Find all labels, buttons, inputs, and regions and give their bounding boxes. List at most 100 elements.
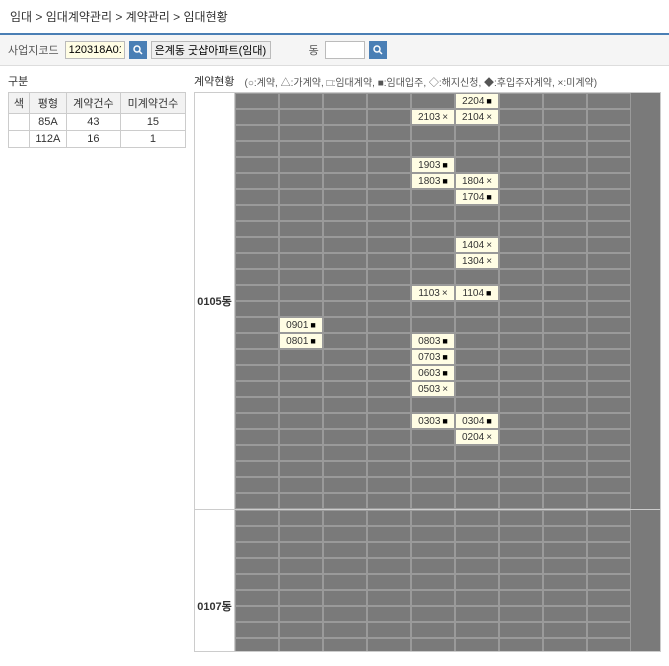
unit-cell[interactable]: 1104■ [455, 285, 499, 301]
table-row[interactable]: 112A161 [9, 131, 186, 148]
empty-cell [367, 205, 411, 221]
dong-input[interactable] [325, 41, 365, 59]
empty-cell [411, 493, 455, 509]
empty-cell [235, 253, 279, 269]
dong-label: 0105동 [195, 93, 235, 509]
empty-cell [367, 493, 411, 509]
empty-cell [279, 93, 323, 109]
empty-cell [499, 349, 543, 365]
empty-cell [587, 109, 631, 125]
empty-cell [455, 301, 499, 317]
empty-cell [323, 622, 367, 638]
unit-cell[interactable]: 0901■ [279, 317, 323, 333]
empty-cell [587, 542, 631, 558]
unit-cell[interactable]: 1804× [455, 173, 499, 189]
empty-cell [235, 510, 279, 526]
empty-cell [587, 493, 631, 509]
unit-cell[interactable]: 1803■ [411, 173, 455, 189]
empty-cell [367, 381, 411, 397]
legend: (○:계약, △:가계약, □:임대계약, ■:임대입주, ◇:해지신청, ◆:… [244, 71, 597, 92]
empty-cell [235, 237, 279, 253]
unit-cell[interactable]: 1404× [455, 237, 499, 253]
empty-cell [235, 285, 279, 301]
empty-cell [279, 477, 323, 493]
empty-cell [587, 477, 631, 493]
empty-cell [411, 477, 455, 493]
empty-cell [587, 189, 631, 205]
empty-cell [499, 590, 543, 606]
empty-cell [455, 445, 499, 461]
empty-cell [455, 461, 499, 477]
unit-cell[interactable]: 1103× [411, 285, 455, 301]
empty-cell [499, 477, 543, 493]
grid-scroll[interactable]: 0105동 2204■2103×2104× 1903■1803■1804×1704■… [194, 92, 661, 652]
empty-cell [587, 221, 631, 237]
empty-cell [499, 173, 543, 189]
empty-cell [455, 526, 499, 542]
empty-cell [367, 526, 411, 542]
empty-cell [587, 301, 631, 317]
empty-cell [499, 333, 543, 349]
empty-cell [587, 638, 631, 652]
empty-cell [323, 510, 367, 526]
unit-cell[interactable]: 2104× [455, 109, 499, 125]
empty-cell [279, 526, 323, 542]
empty-cell [455, 510, 499, 526]
empty-cell [411, 429, 455, 445]
empty-cell [543, 493, 587, 509]
empty-cell [279, 349, 323, 365]
unit-cell[interactable]: 0603■ [411, 365, 455, 381]
unit-cell[interactable]: 0303■ [411, 413, 455, 429]
empty-cell [367, 317, 411, 333]
empty-cell [543, 574, 587, 590]
empty-cell [543, 205, 587, 221]
unit-cell[interactable]: 0304■ [455, 413, 499, 429]
code-search-button[interactable] [129, 41, 147, 59]
empty-cell [543, 526, 587, 542]
empty-cell [367, 125, 411, 141]
empty-cell [411, 189, 455, 205]
empty-cell [543, 558, 587, 574]
empty-cell [455, 477, 499, 493]
code-input[interactable] [65, 41, 125, 59]
empty-cell [543, 173, 587, 189]
empty-cell [411, 301, 455, 317]
empty-cell [323, 477, 367, 493]
name-input[interactable] [151, 41, 271, 59]
empty-cell [543, 301, 587, 317]
empty-cell [499, 317, 543, 333]
empty-cell [411, 542, 455, 558]
unit-cell[interactable]: 2204■ [455, 93, 499, 109]
empty-cell [323, 590, 367, 606]
dong-label: 동 [309, 42, 319, 58]
empty-cell [235, 173, 279, 189]
empty-cell [543, 590, 587, 606]
unit-cell[interactable]: 0803■ [411, 333, 455, 349]
empty-cell [279, 510, 323, 526]
unit-cell[interactable]: 0503× [411, 381, 455, 397]
empty-cell [411, 574, 455, 590]
empty-cell [367, 510, 411, 526]
unit-cell[interactable]: 1704■ [455, 189, 499, 205]
empty-cell [455, 317, 499, 333]
table-row[interactable]: 85A4315 [9, 114, 186, 131]
empty-cell [499, 157, 543, 173]
empty-cell [367, 397, 411, 413]
unit-cell[interactable]: 1903■ [411, 157, 455, 173]
dong-search-button[interactable] [369, 41, 387, 59]
unit-cell[interactable]: 0801■ [279, 333, 323, 349]
unit-cell[interactable]: 1304× [455, 253, 499, 269]
empty-cell [543, 413, 587, 429]
unit-cell[interactable]: 0204× [455, 429, 499, 445]
col-type: 평형 [29, 93, 66, 114]
dong-block: 0107동 [195, 510, 660, 652]
empty-cell [235, 381, 279, 397]
empty-cell [499, 445, 543, 461]
empty-cell [455, 574, 499, 590]
unit-cell[interactable]: 2103× [411, 109, 455, 125]
empty-cell [543, 365, 587, 381]
unit-cell[interactable]: 0703■ [411, 349, 455, 365]
empty-cell [499, 381, 543, 397]
empty-cell [543, 253, 587, 269]
empty-cell [455, 397, 499, 413]
